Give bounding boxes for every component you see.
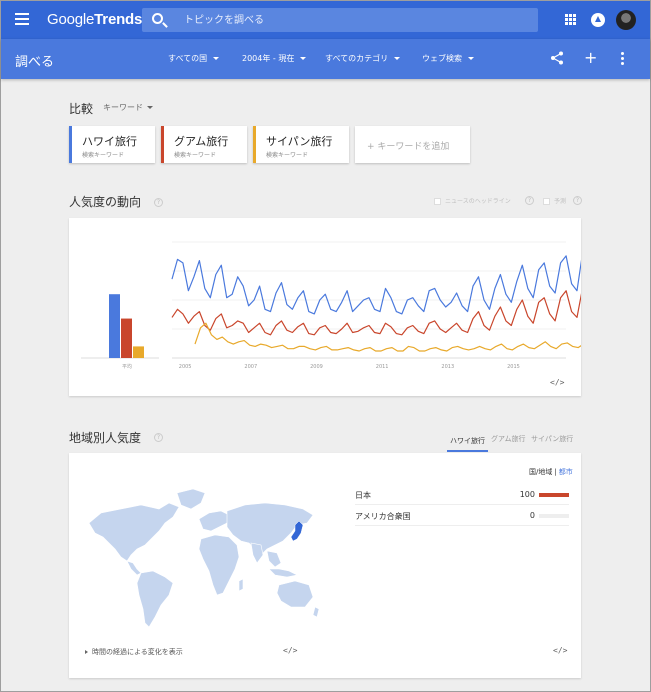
apps-grid-icon[interactable] (565, 14, 576, 25)
help-icon[interactable]: ? (154, 433, 163, 442)
keyword-type: 検索キーワード (82, 152, 125, 159)
embed-code-icon[interactable]: </> (283, 646, 297, 655)
map-india (250, 542, 264, 564)
region-bar-track (539, 514, 569, 518)
region-name: 日本 (355, 491, 371, 500)
interest-by-region-card: 国/地域 | 都市 日本 100 アメリカ合衆国 0 時間の経過による変化を表示 <… (69, 453, 581, 678)
country-label[interactable]: 国/地域 (529, 468, 552, 476)
keyword-type: 検索キーワード (174, 152, 217, 159)
keyword-name: サイパン旅行 (266, 135, 333, 148)
interest-by-region-title: 地域別人気度 (69, 431, 142, 445)
keyword-card-hawaii[interactable]: ハワイ旅行 検索キーワード (69, 126, 155, 163)
embed-code-icon[interactable]: </> (553, 646, 567, 655)
region-tab-hawaii[interactable]: ハワイ旅行 (447, 434, 488, 452)
region-name: アメリカ合衆国 (355, 512, 411, 521)
x-tick-label: 2013 (441, 364, 454, 370)
region-value: 100 (519, 490, 535, 499)
embed-code-icon[interactable]: </> (550, 378, 564, 387)
compare-type-dropdown[interactable]: キーワード (103, 102, 153, 113)
compare-heading: 比較 (69, 102, 94, 116)
top-app-bar: GoogleTrends (1, 1, 650, 39)
city-link[interactable]: 都市 (559, 468, 573, 476)
series-line (194, 322, 651, 352)
average-bar (109, 294, 120, 358)
average-bar (133, 346, 144, 358)
map-new-zealand (312, 606, 320, 618)
x-tick-label: 2005 (179, 364, 192, 370)
map-se-asia (266, 550, 282, 568)
chevron-down-icon (468, 57, 474, 60)
share-icon[interactable] (550, 51, 564, 65)
map-greenland (176, 488, 206, 510)
region-row[interactable]: アメリカ合衆国 0 (355, 508, 569, 526)
search-type-filter[interactable]: ウェブ検索 (422, 53, 474, 64)
page-title: 調べる (15, 55, 55, 70)
x-tick-label: 2009 (310, 364, 323, 370)
region-bar-track (539, 493, 569, 497)
chevron-down-icon (213, 57, 220, 60)
keyword-type: 検索キーワード (266, 152, 309, 159)
checkbox[interactable] (434, 198, 441, 205)
help-icon[interactable]: ? (525, 196, 534, 205)
keyword-name: ハワイ旅行 (82, 135, 137, 148)
forecast-toggle[interactable]: 予測 (543, 196, 566, 205)
time-range-filter[interactable]: 2004年 - 現在 (242, 53, 307, 64)
add-icon[interactable]: + (584, 50, 597, 66)
map-north-america (88, 502, 180, 562)
map-indonesia (268, 568, 298, 578)
topic-search-input[interactable] (184, 8, 524, 32)
region-resolution-toggle: 国/地域 | 都市 (529, 468, 573, 476)
region-row[interactable]: 日本 100 (355, 487, 569, 505)
play-icon (85, 650, 88, 654)
keyword-card-saipan[interactable]: サイパン旅行 検索キーワード (253, 126, 349, 163)
series-color-bar (69, 126, 72, 163)
more-vert-icon[interactable] (621, 52, 625, 67)
category-filter[interactable]: すべてのカテゴリ (325, 53, 401, 64)
region-tab-saipan[interactable]: サイパン旅行 (531, 434, 573, 444)
google-trends-logo[interactable]: GoogleTrends (47, 11, 142, 28)
show-change-over-time-link[interactable]: 時間の経過による変化を表示 (85, 647, 183, 657)
interest-over-time-title: 人気度の動向 (69, 195, 142, 209)
checkbox[interactable] (543, 198, 550, 205)
chevron-down-icon (147, 106, 153, 109)
map-central-america (126, 560, 142, 576)
x-tick-label: 2007 (244, 364, 257, 370)
news-headlines-toggle[interactable]: ニュースのヘッドライン (434, 196, 511, 205)
world-map[interactable] (81, 483, 321, 633)
region-bar-fill (539, 493, 569, 497)
series-color-bar (161, 126, 164, 163)
map-madagascar (238, 578, 244, 592)
x-tick-label: 2015 (507, 364, 520, 370)
region-tab-guam[interactable]: グアム旅行 (491, 434, 526, 444)
keyword-name: グアム旅行 (174, 135, 229, 148)
add-keyword-button[interactable]: + キーワードを追加 (355, 126, 470, 163)
average-bar (121, 318, 132, 358)
user-avatar[interactable] (616, 10, 636, 30)
map-south-america (136, 570, 174, 628)
country-filter[interactable]: すべての国 (168, 53, 220, 64)
keyword-card-guam[interactable]: グアム旅行 検索キーワード (161, 126, 247, 163)
map-australia (276, 580, 314, 608)
average-label: 平均 (122, 363, 132, 370)
map-europe (198, 510, 230, 532)
topic-search-box[interactable] (142, 8, 538, 32)
menu-icon[interactable] (15, 13, 29, 25)
chevron-down-icon (300, 57, 307, 60)
interest-over-time-card: 平均 2005 2007 2009 2011 2013 2015 </> (69, 218, 651, 396)
series-color-bar (253, 126, 256, 163)
region-value: 0 (529, 511, 535, 520)
x-tick-label: 2011 (376, 364, 389, 370)
search-icon (152, 13, 163, 24)
help-icon[interactable]: ? (573, 196, 582, 205)
chevron-down-icon (394, 57, 401, 60)
explore-toolbar: 調べる すべての国 2004年 - 現在 すべてのカテゴリ ウェブ検索 + (1, 39, 650, 79)
help-icon[interactable]: ? (154, 198, 163, 207)
notifications-icon[interactable] (591, 13, 605, 27)
trend-chart: 平均 2005 2007 2009 2011 2013 2015 (81, 241, 651, 370)
map-africa (198, 534, 240, 596)
